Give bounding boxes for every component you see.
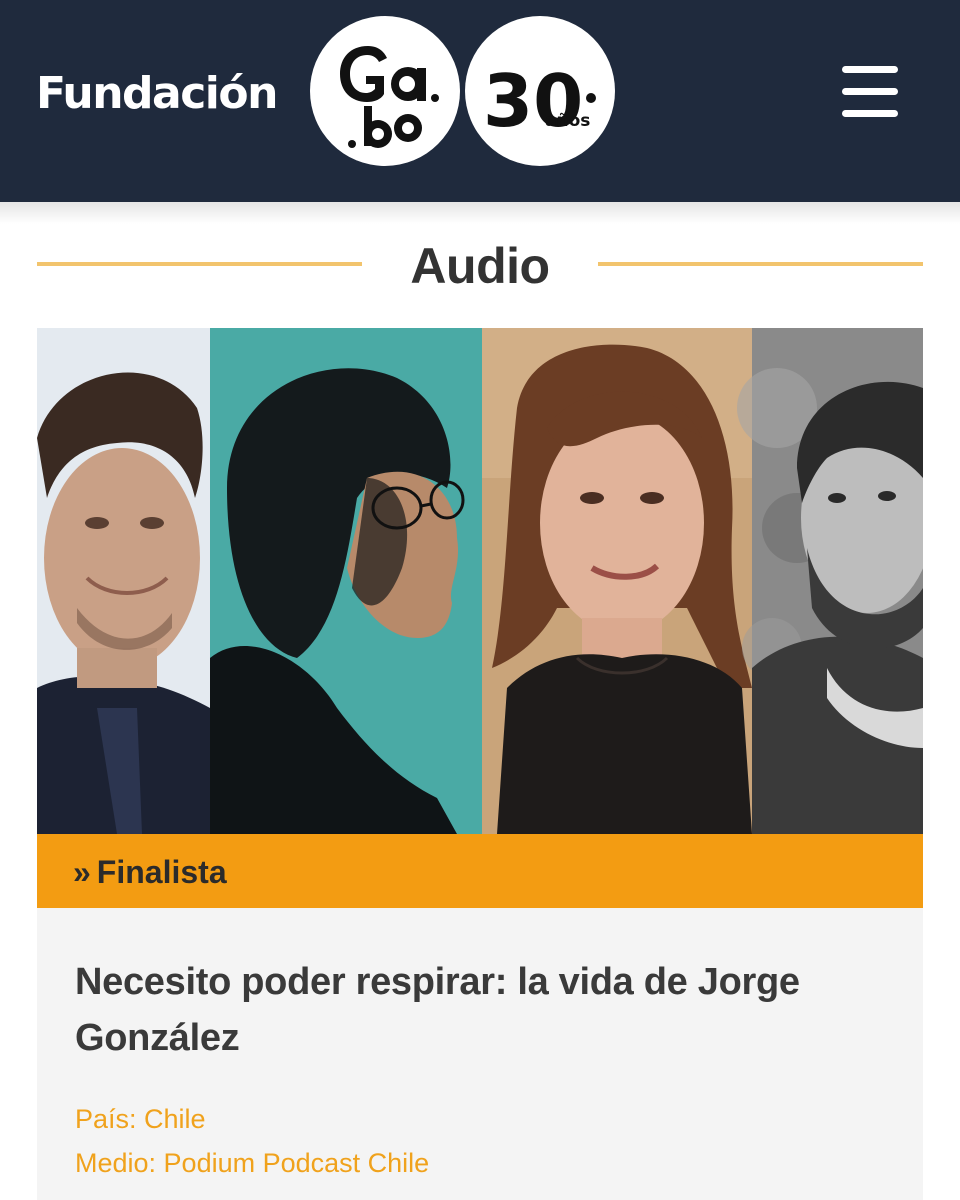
portrait-collage xyxy=(37,328,923,834)
section-divider-left xyxy=(37,262,362,266)
category-bar: » Finalista xyxy=(37,834,923,908)
anniversary-logo[interactable]: 30 años xyxy=(465,16,615,166)
hamburger-menu-icon[interactable] xyxy=(836,62,904,122)
site-header: Fundación 30 años xyxy=(0,0,960,202)
category-label: Finalista xyxy=(96,854,227,890)
double-chevron-icon: » xyxy=(73,854,91,890)
gabo-logo[interactable] xyxy=(310,16,460,166)
header-shadow xyxy=(0,202,960,224)
article-medium: Medio: Podium Podcast Chile xyxy=(75,1148,430,1178)
article-title[interactable]: Necesito poder respirar: la vida de Jorg… xyxy=(75,954,885,1066)
portrait-panel-3 xyxy=(482,328,752,834)
gabo-logo-mark xyxy=(340,46,439,148)
portrait-panel-1 xyxy=(37,328,210,834)
anniversary-logo-mark: 30 años xyxy=(483,59,596,143)
menu-bar xyxy=(842,110,898,117)
section-title: Audio xyxy=(410,238,550,294)
menu-bar xyxy=(842,66,898,73)
portrait-panel-2 xyxy=(210,328,482,834)
portrait-panel-4 xyxy=(737,328,923,834)
category-link[interactable]: » Finalista xyxy=(73,854,227,890)
brand-name[interactable]: Fundación xyxy=(36,66,278,122)
article-card: Necesito poder respirar: la vida de Jorg… xyxy=(37,908,923,1200)
article-image[interactable] xyxy=(37,328,923,834)
menu-bar xyxy=(842,88,898,95)
article-country: País: Chile xyxy=(75,1104,206,1134)
section-divider-right xyxy=(598,262,923,266)
anniversary-label: años xyxy=(545,111,590,131)
